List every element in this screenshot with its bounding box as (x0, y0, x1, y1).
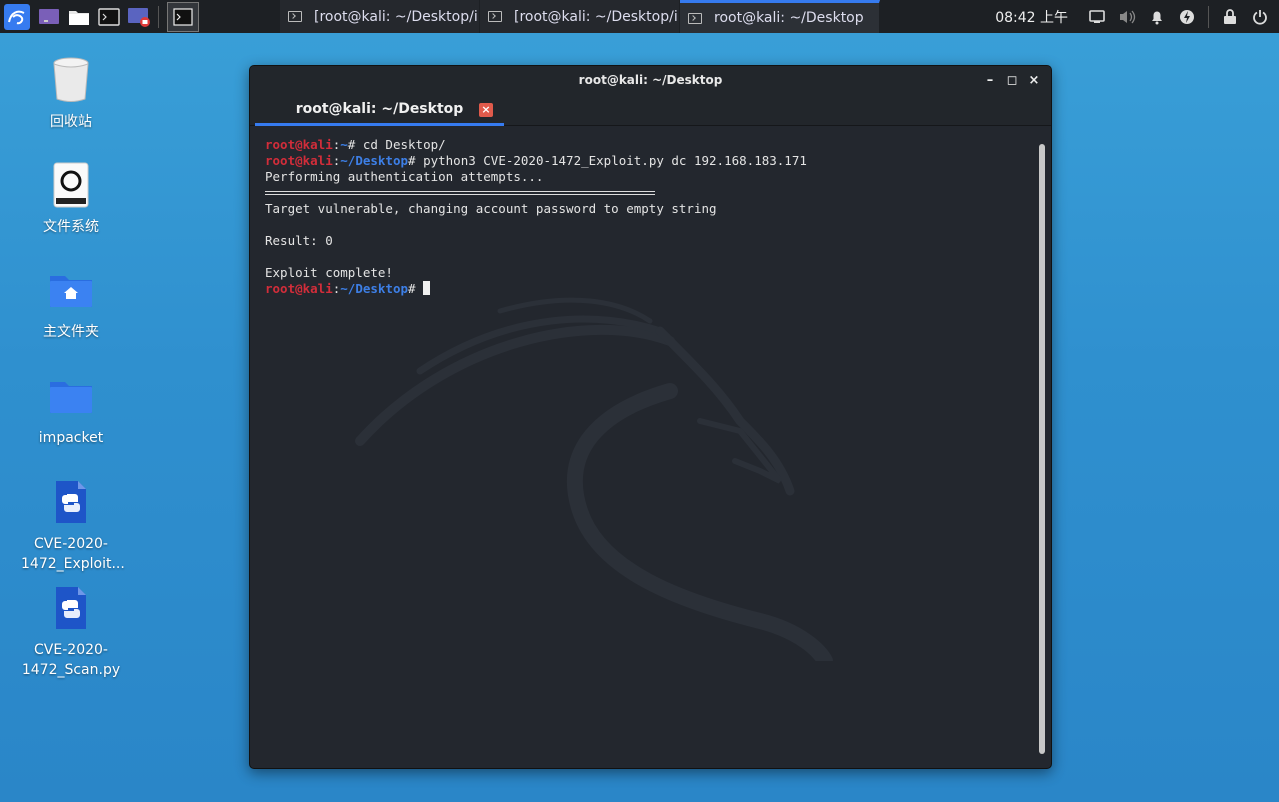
power-manager-icon[interactable] (1178, 8, 1196, 26)
kali-menu-button[interactable] (2, 2, 32, 32)
terminal-line: root@kali:~/Desktop# (265, 281, 1018, 297)
terminal-scrollbar[interactable] (1039, 138, 1045, 762)
tab-label: root@kali: ~/Desktop (295, 100, 464, 117)
taskbar: [root@kali: ~/Desktop/i... [root@kali: ~… (280, 0, 880, 33)
output-line: Performing authentication attempts... (265, 169, 544, 184)
display-icon[interactable] (1088, 8, 1106, 26)
prompt-hash: # (408, 153, 424, 168)
terminal-output[interactable]: root@kali:~# cd Desktop/ root@kali:~/Des… (250, 126, 1033, 768)
output-line: Exploit complete! (265, 265, 393, 280)
desktop-icon-label: impacket (38, 430, 104, 446)
desktop-icon-label: 主文件夹 (43, 324, 99, 340)
desktop-icon (39, 8, 59, 24)
desktop-icon-label: CVE-2020-1472_Exploit... (21, 536, 125, 572)
prompt-user: root@kali (265, 153, 333, 168)
prompt-path: ~ (340, 137, 348, 152)
prompt-hash: # (347, 137, 363, 152)
task-terminal-3[interactable]: root@kali: ~/Desktop (680, 0, 880, 33)
lock-icon[interactable] (1221, 8, 1239, 26)
file-manager-button[interactable] (66, 4, 92, 30)
task-terminal-2[interactable]: [root@kali: ~/Desktop/i... (480, 0, 680, 33)
panel-separator (1208, 5, 1209, 28)
task-label: root@kali: ~/Desktop (714, 10, 864, 26)
power-icon[interactable] (1251, 8, 1269, 26)
terminal-line: root@kali:~# cd Desktop/ (265, 137, 1018, 153)
home-folder-icon (47, 266, 95, 314)
minimize-button[interactable]: – (981, 71, 999, 89)
close-button[interactable]: × (1025, 71, 1043, 89)
text-cursor (423, 281, 431, 295)
kali-logo-icon (4, 3, 30, 30)
panel-separator (158, 5, 159, 28)
tab-terminal[interactable]: root@kali: ~/Desktop (255, 94, 504, 126)
terminal-window[interactable]: root@kali: ~/Desktop – ◻ × root@kali: ~/… (249, 65, 1052, 769)
task-label: [root@kali: ~/Desktop/i... (314, 8, 480, 25)
prompt-path: ~/Desktop (340, 153, 408, 168)
command-text: cd Desktop/ (362, 137, 446, 152)
clock[interactable]: 08:42 上午 (995, 7, 1068, 27)
volume-icon[interactable] (1118, 8, 1136, 26)
desktop-icon-trash[interactable]: 回收站 (21, 56, 121, 132)
desktop-icon-label: 文件系统 (43, 219, 99, 235)
prompt-user: root@kali (265, 137, 333, 152)
terminal-icon (688, 12, 702, 24)
output-line: Target vulnerable, changing account pass… (265, 201, 717, 216)
system-tray: 08:42 上午 (995, 0, 1279, 33)
terminal-line: root@kali:~/Desktop# python3 CVE-2020-14… (265, 153, 1018, 169)
drive-icon (47, 161, 95, 209)
prompt-path: ~/Desktop (340, 281, 408, 296)
recorder-icon (128, 7, 150, 27)
desktop-icon-filesystem[interactable]: 文件系统 (21, 161, 121, 237)
desktop-icon-label: 回收站 (50, 114, 92, 130)
output-line: Result: 0 (265, 233, 333, 248)
terminal-icon (98, 7, 120, 26)
trash-icon (47, 56, 95, 104)
tab-bar: root@kali: ~/Desktop × (250, 94, 1051, 126)
active-terminal-button[interactable] (167, 1, 199, 32)
desktop-icon-scan-script[interactable]: CVE-2020-1472_Scan.py (21, 584, 121, 680)
python-file-icon (47, 584, 95, 632)
scrollbar-thumb[interactable] (1039, 144, 1045, 754)
tab-close-icon[interactable]: × (479, 103, 493, 117)
terminal-launcher-button[interactable] (96, 4, 122, 30)
notification-bell-icon[interactable] (1148, 8, 1166, 26)
desktop-icon-home[interactable]: 主文件夹 (21, 266, 121, 342)
top-panel: [root@kali: ~/Desktop/i... [root@kali: ~… (0, 0, 1279, 33)
command-text: python3 CVE-2020-1472_Exploit.py dc 192.… (423, 153, 807, 168)
output-separator (265, 185, 1018, 201)
terminal-icon (173, 7, 193, 26)
desktop-icon-exploit-script[interactable]: CVE-2020-1472_Exploit... (21, 478, 125, 574)
terminal-icon (488, 11, 502, 22)
window-controls: – ◻ × (977, 71, 1043, 89)
screen-recorder-button[interactable] (126, 4, 152, 30)
window-titlebar[interactable]: root@kali: ~/Desktop – ◻ × (250, 66, 1051, 94)
folder-icon (47, 372, 95, 420)
desktop-icon-impacket[interactable]: impacket (21, 372, 121, 448)
prompt-hash: # (408, 281, 424, 296)
terminal-icon (288, 11, 302, 22)
maximize-button[interactable]: ◻ (1003, 71, 1021, 89)
desktop-icon-label: CVE-2020-1472_Scan.py (21, 642, 121, 678)
task-label: [root@kali: ~/Desktop/i... (514, 8, 680, 25)
prompt-user: root@kali (265, 281, 333, 296)
show-desktop-button[interactable] (36, 4, 62, 30)
python-file-icon (47, 478, 95, 526)
window-title: root@kali: ~/Desktop (578, 73, 723, 87)
folder-icon (69, 10, 89, 25)
task-terminal-1[interactable]: [root@kali: ~/Desktop/i... (280, 0, 480, 33)
